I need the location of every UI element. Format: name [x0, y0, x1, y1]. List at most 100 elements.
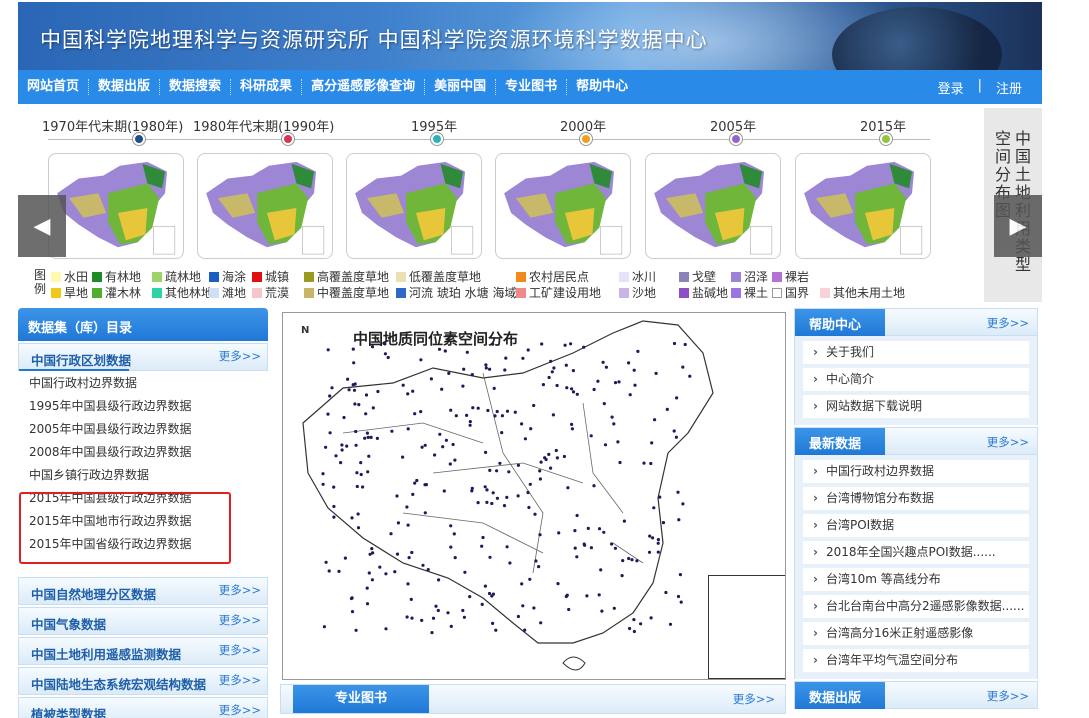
- legend-entry: 海涂: [209, 268, 246, 285]
- books-tab[interactable]: 专业图书: [293, 685, 429, 713]
- legend-swatch: [92, 271, 102, 282]
- latest-item[interactable]: 台湾博物馆分布数据: [803, 487, 1029, 510]
- more-link[interactable]: 更多>>: [219, 348, 261, 364]
- landuse-map-thumbnail[interactable]: [48, 153, 184, 259]
- legend-entry: 裸岩: [772, 268, 809, 285]
- more-link[interactable]: 更多>>: [987, 434, 1029, 450]
- latest-item[interactable]: 台湾年平均气温空间分布: [803, 649, 1029, 672]
- header-banner: 中国科学院地理科学与资源研究所 中国科学院资源环境科学数据中心: [18, 2, 1042, 70]
- legend-entry: 有林地: [92, 268, 141, 285]
- legend-label: 水田: [64, 270, 89, 284]
- panel-title[interactable]: 数据出版: [795, 682, 885, 709]
- legend-swatch: [92, 287, 102, 298]
- legend-entry: 农村居民点: [516, 268, 589, 285]
- more-link[interactable]: 更多>>: [219, 702, 261, 718]
- legend-label: 沙地: [632, 286, 657, 300]
- help-item[interactable]: 网站数据下载说明: [803, 395, 1029, 418]
- panel-title[interactable]: 帮助中心: [795, 309, 885, 336]
- nav-hires-imagery[interactable]: 高分遥感影像查询: [302, 79, 426, 95]
- more-link[interactable]: 更多>>: [219, 672, 261, 688]
- latest-item[interactable]: 2018年全国兴趣点POI数据......: [803, 541, 1029, 564]
- help-item[interactable]: 中心简介: [803, 368, 1029, 391]
- legend-entry: 国界: [772, 284, 809, 301]
- dataset-item[interactable]: 中国行政村边界数据: [18, 372, 268, 395]
- timeline-dot[interactable]: [282, 133, 294, 145]
- timeline-dot[interactable]: [133, 133, 145, 145]
- latest-item[interactable]: 台湾高分16米正射遥感影像: [803, 622, 1029, 645]
- timeline-dot[interactable]: [730, 133, 742, 145]
- catalog-category[interactable]: 中国自然地理分区数据 更多>>: [18, 577, 268, 605]
- landuse-map-thumbnail[interactable]: [795, 153, 931, 259]
- data-publish-panel: 数据出版 更多>>: [794, 681, 1038, 709]
- nav-research[interactable]: 科研成果: [231, 79, 303, 95]
- nav-data-search[interactable]: 数据搜索: [160, 79, 232, 95]
- more-link[interactable]: 更多>>: [987, 688, 1029, 704]
- legend-swatch: [516, 287, 526, 298]
- legend-swatch: [619, 287, 629, 298]
- more-link[interactable]: 更多>>: [219, 612, 261, 628]
- catalog-category-admin[interactable]: 中国行政区划数据 更多>>: [18, 343, 268, 371]
- landuse-map-thumbnail[interactable]: [197, 153, 333, 259]
- login-link[interactable]: 登录: [938, 78, 964, 97]
- legend-swatch: [396, 271, 406, 282]
- category-name: 中国气象数据: [31, 617, 107, 632]
- legend-label: 滩地: [222, 286, 247, 300]
- more-link[interactable]: 更多>>: [219, 642, 261, 658]
- latest-item[interactable]: 台湾10m 等高线分布: [803, 568, 1029, 591]
- timeline-label: 1970年代末期(1980年): [42, 120, 184, 135]
- legend-entry: 沼泽: [731, 268, 768, 285]
- legend-entry: 城镇: [252, 268, 289, 285]
- dataset-item[interactable]: 2005年中国县级行政边界数据: [18, 418, 268, 441]
- slider-next-button[interactable]: ▶: [994, 195, 1042, 257]
- timeline-dot[interactable]: [431, 133, 443, 145]
- nav-beautiful-china[interactable]: 美丽中国: [425, 79, 497, 95]
- more-link[interactable]: 更多>>: [987, 315, 1029, 331]
- nav-data-publish[interactable]: 数据出版: [89, 79, 161, 95]
- nav-books[interactable]: 专业图书: [496, 79, 568, 95]
- timeline-dot[interactable]: [880, 133, 892, 145]
- latest-item[interactable]: 中国行政村边界数据: [803, 460, 1029, 483]
- isotope-distribution-map[interactable]: N 中国地质同位素空间分布: [282, 312, 786, 680]
- legend-entry: 裸土: [731, 284, 768, 301]
- highlight-box: [19, 492, 231, 564]
- legend-swatch: [252, 287, 262, 298]
- south-china-sea-inset: [708, 575, 785, 679]
- latest-item[interactable]: 台湾POI数据: [803, 514, 1029, 537]
- legend-swatch: [516, 271, 526, 282]
- help-item[interactable]: 关于我们: [803, 341, 1029, 364]
- category-name: 中国自然地理分区数据: [31, 587, 157, 602]
- help-list: 关于我们 中心简介 网站数据下载说明: [794, 336, 1038, 425]
- legend-swatch: [209, 287, 219, 298]
- register-link[interactable]: 注册: [996, 78, 1022, 97]
- landuse-map-thumbnail[interactable]: [495, 153, 631, 259]
- books-section-header: 专业图书 更多>>: [280, 684, 786, 714]
- category-name: 中国行政区划数据: [31, 353, 132, 368]
- dataset-item[interactable]: 1995年中国县级行政边界数据: [18, 395, 268, 418]
- catalog-category[interactable]: 中国陆地生态系统宏观结构数据 更多>>: [18, 667, 268, 695]
- nav-help[interactable]: 帮助中心: [567, 79, 637, 95]
- legend-label: 其他林地: [165, 286, 214, 300]
- latest-item[interactable]: 台北台南台中高分2遥感影像数据......: [803, 595, 1029, 618]
- dataset-item[interactable]: 2008年中国县级行政边界数据: [18, 441, 268, 464]
- legend-label: 其他未用土地: [833, 286, 906, 300]
- legend-swatch: [820, 287, 830, 298]
- category-underline: [19, 369, 129, 371]
- landuse-map-thumbnail[interactable]: [346, 153, 482, 259]
- main-nav: 网站首页 数据出版 数据搜索 科研成果 高分遥感影像查询 美丽中国 专业图书 帮…: [18, 70, 1042, 104]
- more-link[interactable]: 更多>>: [219, 582, 261, 598]
- landuse-map-image: [355, 161, 474, 255]
- landuse-map-thumbnail[interactable]: [645, 153, 781, 259]
- legend-label: 城镇: [265, 270, 290, 284]
- dataset-item[interactable]: 中国乡镇行政边界数据: [18, 464, 268, 487]
- catalog-category[interactable]: 植被类型数据 更多>>: [18, 697, 268, 718]
- nav-home[interactable]: 网站首页: [18, 79, 90, 95]
- legend-label: 旱地: [64, 286, 89, 300]
- panel-title[interactable]: 最新数据: [795, 428, 885, 455]
- legend-entry: 沙地: [619, 284, 656, 301]
- timeline-dot[interactable]: [580, 133, 592, 145]
- more-link[interactable]: 更多>>: [733, 691, 775, 707]
- catalog-category[interactable]: 中国气象数据 更多>>: [18, 607, 268, 635]
- slider-prev-button[interactable]: ◀: [18, 195, 66, 257]
- catalog-category[interactable]: 中国土地利用遥感监测数据 更多>>: [18, 637, 268, 665]
- category-name: 中国陆地生态系统宏观结构数据: [31, 677, 207, 692]
